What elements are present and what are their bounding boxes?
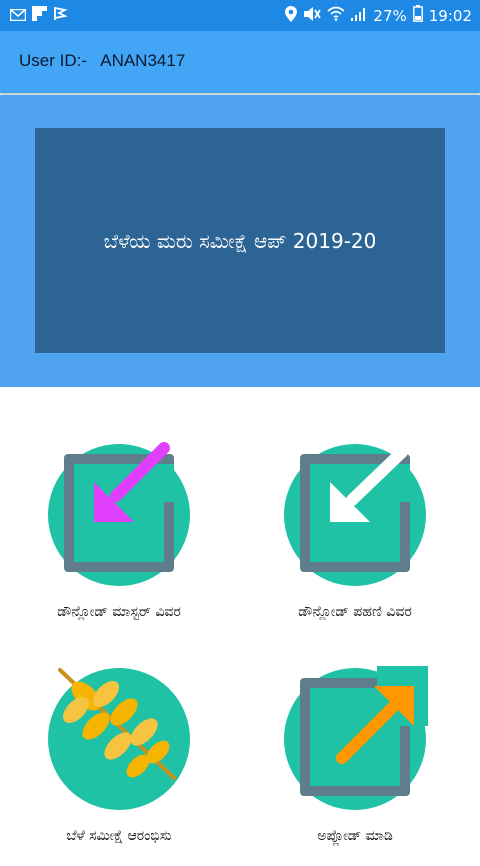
wheat-icon — [48, 668, 190, 810]
battery-percent: 27% — [373, 6, 407, 25]
app-title: ಬೆಳೆಯ ಮರು ಸಮೀಕ್ಷೆ ಆಪ್ 2019-20 — [103, 228, 377, 253]
signal-icon — [351, 7, 367, 25]
app-title-card: ಬೆಳೆಯ ಮರು ಸಮೀಕ್ಷೆ ಆಪ್ 2019-20 — [35, 128, 445, 353]
download-pahani-tile[interactable]: ಡೌನ್ಲೋಡ್ ಪಹಣಿ ವಿವರ — [255, 442, 455, 642]
download-master-tile[interactable]: ಡೌನ್ಲೋಡ್ ಮಾಸ್ಟರ್ ವಿವರ — [19, 442, 219, 642]
start-crop-survey-tile[interactable]: ಬೆಳೆ ಸಮೀಕ್ಷೆ ಆರಂಭಿಸು — [19, 666, 219, 866]
mute-icon — [303, 6, 322, 26]
download-pahani-label: ಡೌನ್ಲೋಡ್ ಪಹಣಿ ವಿವರ — [298, 604, 412, 620]
gmail-icon — [9, 6, 27, 25]
upload-arrow-icon — [284, 666, 428, 810]
upload-tile[interactable]: ಅಪ್ಲೋಡ್ ಮಾಡಿ — [255, 666, 455, 866]
hero-panel: ಬೆಳೆಯ ಮರು ಸಮೀಕ್ಷೆ ಆಪ್ 2019-20 — [0, 95, 480, 387]
notification-icons — [9, 6, 68, 25]
flag-icon — [53, 6, 68, 25]
wifi-icon — [327, 6, 345, 25]
flipboard-icon — [32, 6, 47, 25]
clock: 19:02 — [428, 6, 472, 25]
status-bar: 27% 19:02 — [0, 0, 480, 31]
location-icon — [285, 5, 298, 26]
upload-label: ಅಪ್ಲೋಡ್ ಮಾಡಿ — [317, 828, 393, 844]
battery-icon — [412, 5, 423, 26]
system-icons: 27% 19:02 — [285, 5, 472, 26]
app-bar: User ID:- ANAN3417 — [0, 31, 480, 93]
user-id-label: User ID:- ANAN3417 — [19, 51, 186, 70]
download-magenta-arrow-icon — [48, 442, 190, 586]
start-crop-survey-label: ಬೆಳೆ ಸಮೀಕ್ಷೆ ಆರಂಭಿಸು — [66, 828, 172, 844]
download-white-arrow-icon — [284, 444, 426, 586]
download-master-label: ಡೌನ್ಲೋಡ್ ಮಾಸ್ಟರ್ ವಿವರ — [57, 604, 181, 620]
